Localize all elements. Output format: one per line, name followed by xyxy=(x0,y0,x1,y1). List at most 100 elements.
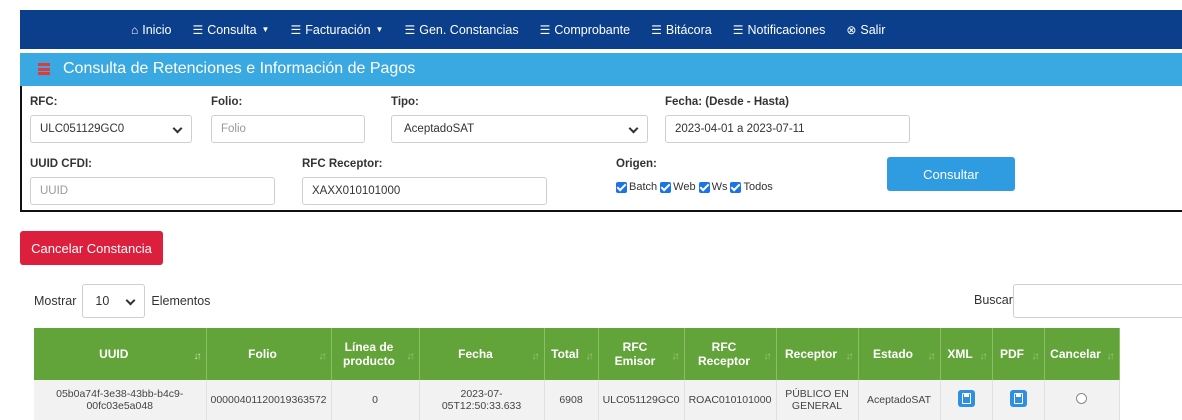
col-uuid[interactable]: UUID ↓↑ xyxy=(34,328,207,380)
panel-header: Consulta de Retenciones e Información de… xyxy=(20,53,1182,86)
download-pdf-icon[interactable] xyxy=(1009,389,1027,407)
sort-icon: ↓↑ xyxy=(406,351,415,362)
nav-notificaciones[interactable]: ☰ Notificaciones xyxy=(733,23,826,37)
consultar-button[interactable]: Consultar xyxy=(887,157,1015,191)
col-folio[interactable]: Folio ↓↑ xyxy=(206,328,332,380)
nav-label: Gen. Constancias xyxy=(419,22,519,37)
list-icon: ☰ xyxy=(404,22,416,37)
col-cancelar[interactable]: Cancelar ↓↑ xyxy=(1044,328,1120,380)
sort-icon: ↓↑ xyxy=(845,351,854,362)
nav-label: Bitácora xyxy=(665,22,712,37)
tipo-select[interactable]: AceptadoSAT xyxy=(391,115,648,143)
nav-label: Inicio xyxy=(142,22,172,37)
rfc-receptor-label: RFC Receptor: xyxy=(302,158,383,170)
search-input[interactable] xyxy=(1013,284,1182,318)
sort-icon: ↓↑ xyxy=(318,351,327,362)
nav-label: Consulta xyxy=(207,22,257,37)
cancel-radio[interactable] xyxy=(1076,392,1088,404)
cell-fecha: 2023-07-05T12:50:33.633 xyxy=(419,380,545,420)
nav-bitacora[interactable]: ☰ Bitácora xyxy=(651,23,712,37)
home-icon: ⌂ xyxy=(131,22,139,37)
cell-rfc-receptor: ROAC010101000 xyxy=(684,380,777,420)
cell-linea: 0 xyxy=(331,380,420,420)
sort-icon: ↓↑ xyxy=(927,351,936,362)
col-rfc-receptor[interactable]: RFC Receptor ↓↑ xyxy=(684,328,777,380)
navbar-items: ⌂ Inicio ☰ Consulta ▼ ☰ Facturación ▼ ☰ … xyxy=(131,10,906,49)
filter-panel: RFC: ULC051129GC0 Folio: Folio Tipo: Ace… xyxy=(20,86,1182,212)
list-icon: ☰ xyxy=(192,22,204,37)
list-icon xyxy=(38,63,50,75)
table-row: 05b0a74f-3e38-43bb-b4c9-00fc03e5a048 000… xyxy=(34,380,1120,420)
nav-gen-constancias[interactable]: ☰ Gen. Constancias xyxy=(404,23,518,37)
tipo-select-value: AceptadoSAT xyxy=(404,123,475,135)
uuid-label: UUID CFDI: xyxy=(30,158,92,170)
cell-folio: 00000401120019363572 xyxy=(206,380,332,420)
page-length-select[interactable]: 10 xyxy=(82,284,146,318)
nav-inicio[interactable]: ⌂ Inicio xyxy=(131,23,171,37)
batch-checkbox[interactable] xyxy=(616,181,627,193)
rfc-receptor-value: XAXX010101000 xyxy=(312,185,401,197)
nav-consulta[interactable]: ☰ Consulta ▼ xyxy=(192,23,269,37)
cancelar-constancia-button[interactable]: Cancelar Constancia xyxy=(20,231,163,265)
col-receptor[interactable]: Receptor ↓↑ xyxy=(776,328,859,380)
sort-icon: ↓↑ xyxy=(763,351,772,362)
chevron-down-icon xyxy=(628,123,639,134)
rfc-receptor-input[interactable]: XAXX010101000 xyxy=(302,177,547,205)
caret-down-icon: ▼ xyxy=(375,25,384,34)
uuid-placeholder: UUID xyxy=(40,185,69,197)
list-icon: ☰ xyxy=(539,22,551,37)
uuid-input[interactable]: UUID xyxy=(30,177,275,205)
fecha-range-value: 2023-04-01 a 2023-07-11 xyxy=(675,123,805,135)
nav-label: Salir xyxy=(860,22,886,37)
table-header-row: UUID ↓↑ Folio ↓↑ Línea de producto ↓↑ Fecha… xyxy=(34,328,1120,380)
nav-label: Facturación xyxy=(305,22,371,37)
nav-label: Comprobante xyxy=(554,22,631,37)
rfc-select-value: ULC051129GC0 xyxy=(40,123,125,135)
fecha-range-input[interactable]: 2023-04-01 a 2023-07-11 xyxy=(665,115,910,143)
rfc-select[interactable]: ULC051129GC0 xyxy=(30,115,192,143)
todos-checkbox[interactable] xyxy=(730,181,742,193)
col-total[interactable]: Total ↓↑ xyxy=(544,328,599,380)
top-navbar: ⌂ Inicio ☰ Consulta ▼ ☰ Facturación ▼ ☰ … xyxy=(0,0,1182,53)
sort-icon: ↓↑ xyxy=(979,351,988,362)
ws-label: Ws xyxy=(711,181,728,193)
folio-placeholder: Folio xyxy=(221,123,246,135)
nav-comprobante[interactable]: ☰ Comprobante xyxy=(540,23,631,37)
cell-receptor: PÚBLICO EN GENERAL xyxy=(776,380,859,420)
nav-salir[interactable]: ⊗ Salir xyxy=(846,23,885,37)
sort-icon: ↓↑ xyxy=(193,351,202,362)
batch-label: Batch xyxy=(629,181,658,193)
web-checkbox[interactable] xyxy=(660,181,672,193)
col-estado[interactable]: Estado ↓↑ xyxy=(858,328,941,380)
cell-cancelar xyxy=(1044,380,1120,420)
sort-icon: ↓↑ xyxy=(671,351,680,362)
list-icon: ☰ xyxy=(290,22,302,37)
todos-label: Todos xyxy=(743,181,773,193)
cell-rfc-emisor: ULC051129GC0 xyxy=(598,380,685,420)
ws-checkbox[interactable] xyxy=(698,181,710,193)
list-icon: ☰ xyxy=(732,22,744,37)
cell-pdf xyxy=(992,380,1045,420)
col-linea[interactable]: Línea de producto ↓↑ xyxy=(331,328,420,380)
nav-facturacion[interactable]: ☰ Facturación ▼ xyxy=(290,23,383,37)
folio-label: Folio: xyxy=(211,96,243,108)
download-xml-icon[interactable] xyxy=(957,389,975,407)
panel-title: Consulta de Retenciones e Información de… xyxy=(63,60,416,77)
origen-label: Origen: xyxy=(616,158,657,170)
col-pdf[interactable]: PDF ↓↑ xyxy=(992,328,1045,380)
results-table: UUID ↓↑ Folio ↓↑ Línea de producto ↓↑ Fecha… xyxy=(34,328,1120,420)
folio-input[interactable]: Folio xyxy=(211,115,365,143)
sort-icon: ↓↑ xyxy=(531,351,540,362)
col-fecha[interactable]: Fecha ↓↑ xyxy=(419,328,545,380)
col-rfc-emisor[interactable]: RFC Emisor ↓↑ xyxy=(598,328,685,380)
list-icon: ☰ xyxy=(651,22,662,37)
web-label: Web xyxy=(673,181,696,193)
cell-estado: AceptadoSAT xyxy=(858,380,941,420)
buscar-label: Buscar: xyxy=(974,293,1017,307)
mostrar-label: Mostrar xyxy=(34,294,77,308)
cell-xml xyxy=(940,380,993,420)
col-xml[interactable]: XML ↓↑ xyxy=(940,328,993,380)
sort-icon: ↓↑ xyxy=(585,351,594,362)
origen-checkboxes: Batch Web Ws Todos xyxy=(616,181,774,193)
tipo-label: Tipo: xyxy=(391,96,419,108)
